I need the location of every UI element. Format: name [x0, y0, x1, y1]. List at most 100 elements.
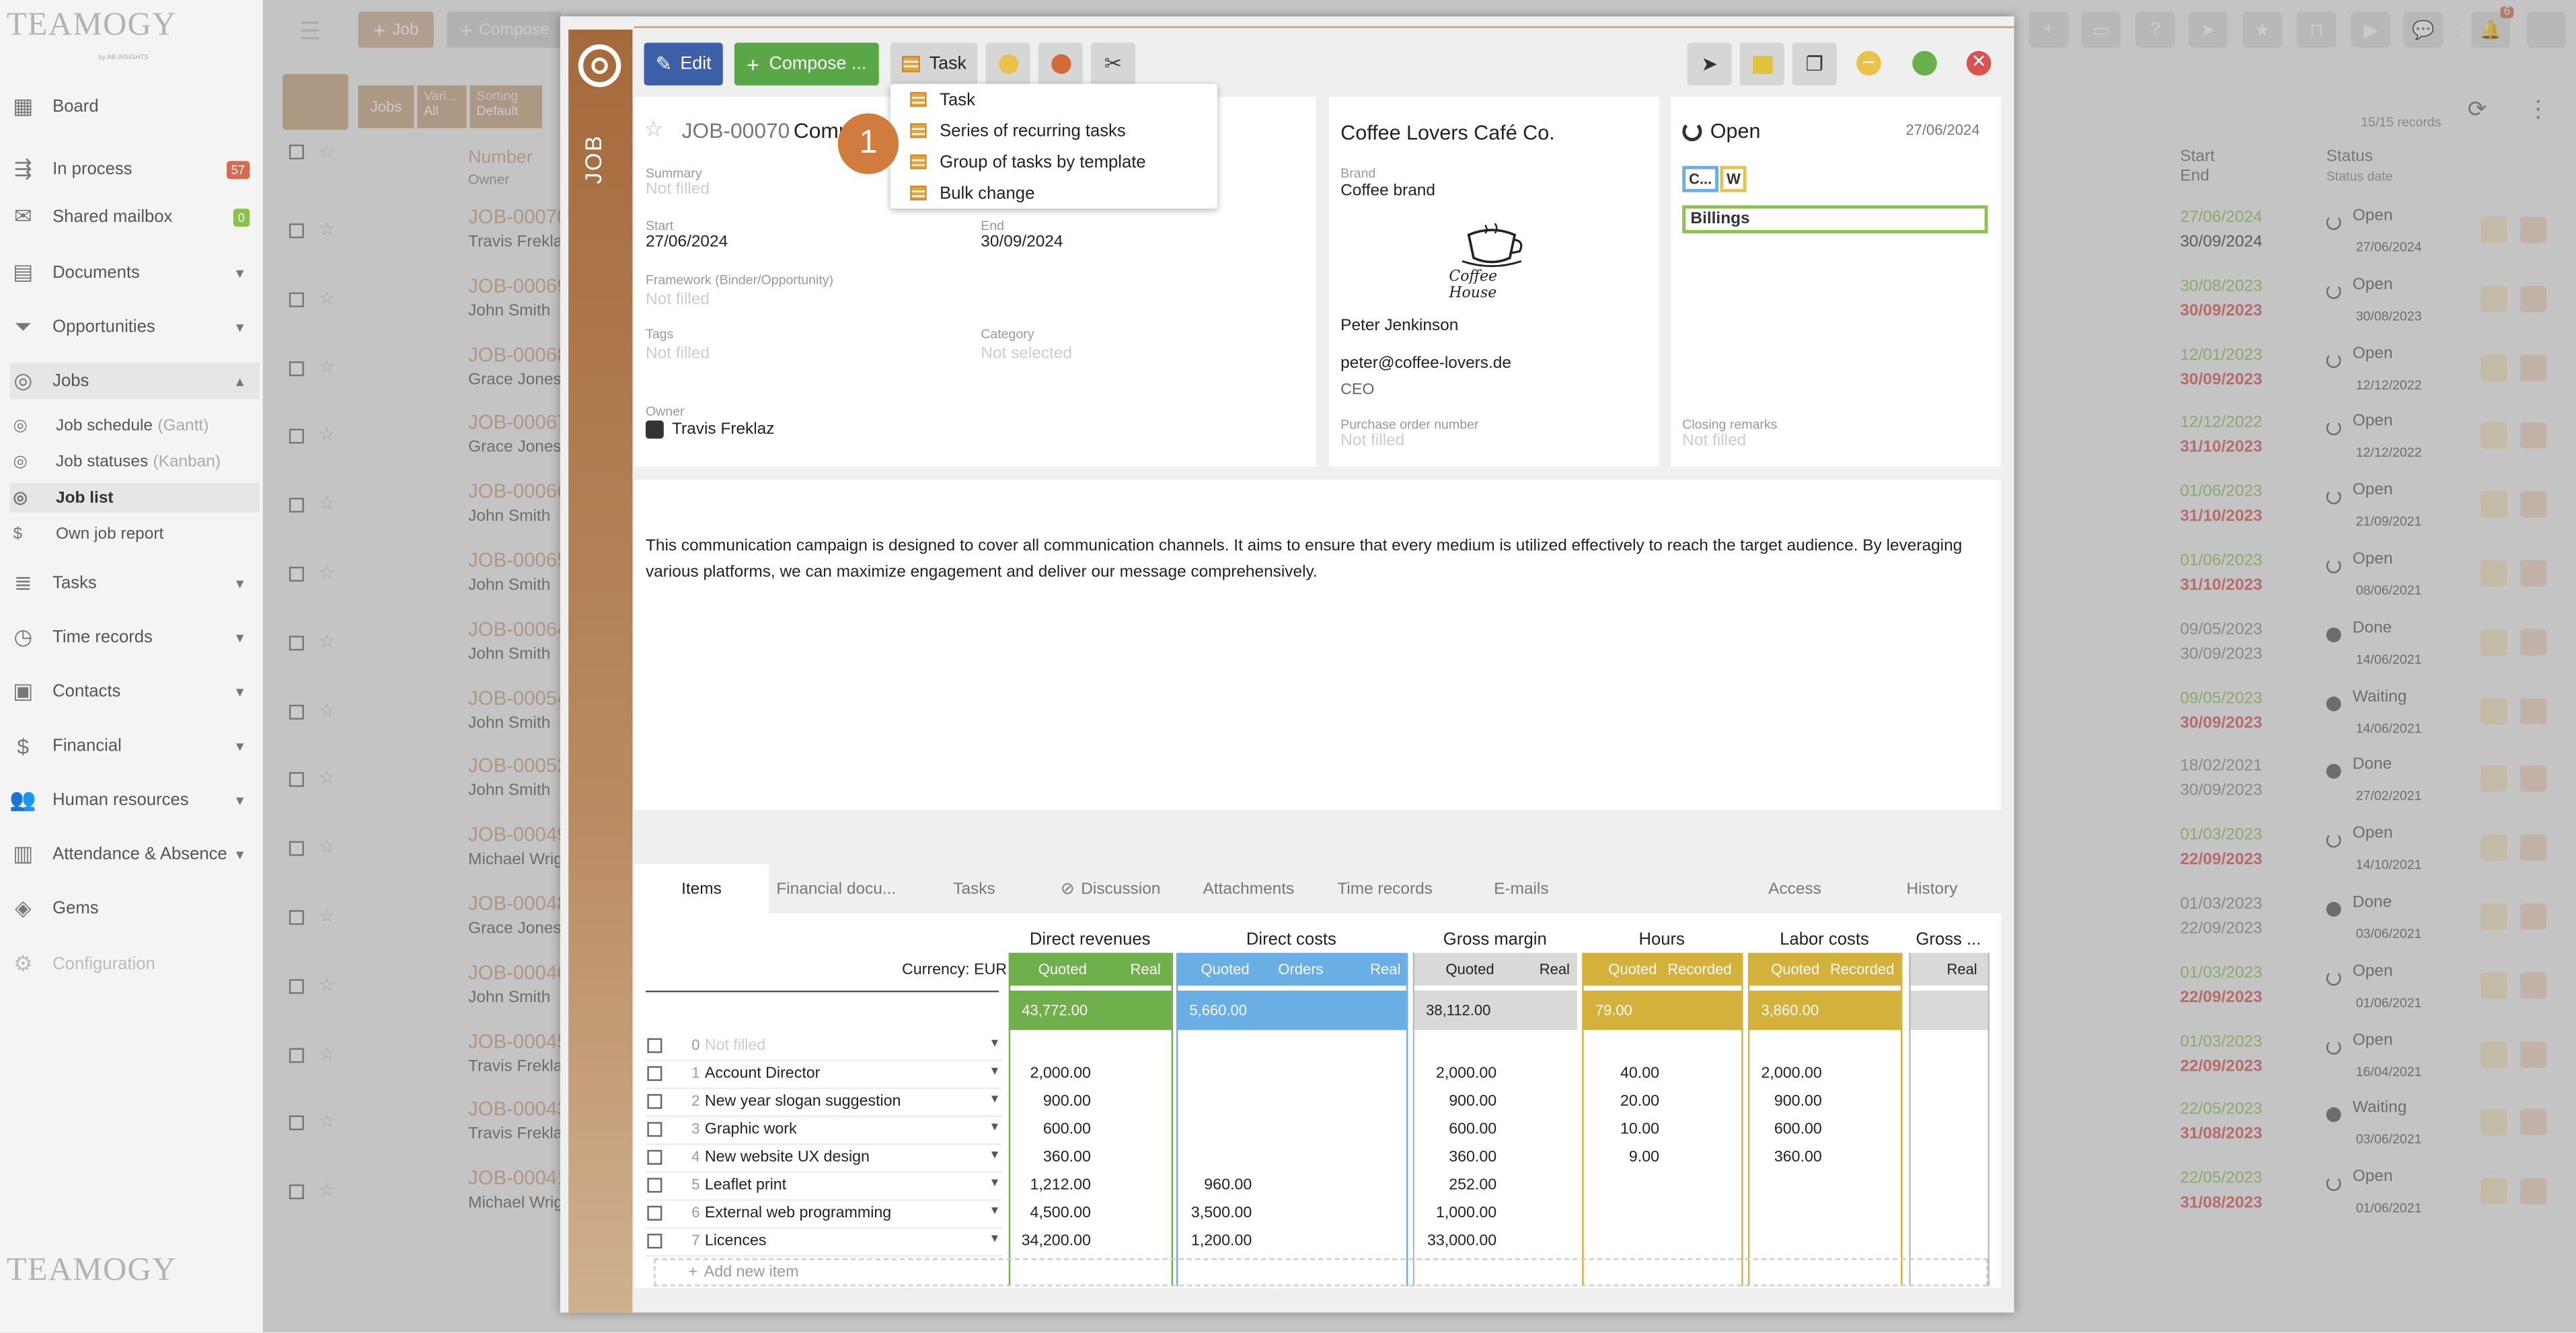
sidebar-subitem-own-job-report[interactable]: $ Own job report: [10, 519, 260, 549]
sidebar-item-financial[interactable]: $ Financial ▼: [10, 728, 260, 764]
item-dropdown-icon[interactable]: ▼: [989, 1066, 1000, 1077]
job-description[interactable]: This communication campaign is designed …: [646, 534, 1973, 585]
item-checkbox[interactable]: [647, 1149, 662, 1165]
item-checkbox[interactable]: [647, 1094, 662, 1109]
restore-icon[interactable]: [1912, 50, 1937, 76]
sidebar-item-board[interactable]: ▦ Board: [10, 89, 260, 125]
subheader-quoted[interactable]: Quoted: [1038, 961, 1087, 977]
closing-remarks-value[interactable]: Not filled: [1682, 432, 1746, 450]
subheader-quoted[interactable]: Quoted: [1608, 961, 1657, 977]
chevron-down-icon[interactable]: ▼: [233, 576, 246, 591]
contact-email[interactable]: peter@coffee-lovers.de: [1340, 355, 1511, 373]
compose-menu-button[interactable]: + Compose ...: [734, 42, 879, 86]
tab-history[interactable]: History: [1864, 864, 1999, 913]
subheader-real[interactable]: Real: [1370, 961, 1400, 977]
tab-attachments[interactable]: Attachments: [1183, 864, 1314, 913]
sidebar-subitem-job-statuses[interactable]: ◎ Job statuses (Kanban): [10, 447, 260, 476]
sidebar-item-in-process[interactable]: ⇶ In process 57: [10, 151, 260, 188]
item-dropdown-icon[interactable]: ▼: [989, 1122, 1000, 1133]
subheader-real[interactable]: Real: [1131, 961, 1161, 977]
chevron-down-icon[interactable]: ▼: [233, 630, 246, 645]
sidebar-subitem-job-list[interactable]: ◎ Job list: [9, 483, 260, 513]
item-dropdown-icon[interactable]: ▼: [989, 1150, 1000, 1161]
close-icon[interactable]: ✕: [1966, 50, 1992, 76]
sidebar-item-opportunities[interactable]: ⏷ Opportunities ▼: [10, 309, 260, 345]
send-button[interactable]: ➤: [1687, 42, 1732, 86]
tag-w[interactable]: W: [1720, 165, 1747, 192]
subheader-quoted[interactable]: Quoted: [1201, 961, 1250, 977]
item-name[interactable]: Not filled: [705, 1036, 765, 1055]
add-new-item-button[interactable]: + Add new item: [654, 1258, 1988, 1287]
summary-value[interactable]: Not filled: [646, 181, 710, 199]
chevron-down-icon[interactable]: ▼: [233, 319, 246, 334]
subheader-real[interactable]: Real: [1946, 961, 1977, 977]
task-menu-item-task[interactable]: Task: [891, 84, 1217, 115]
note-button[interactable]: [1739, 42, 1784, 86]
contact-name[interactable]: Peter Jenkinson: [1340, 317, 1458, 335]
task-menu-item-group-of-tasks-by-template[interactable]: Group of tasks by template: [891, 146, 1217, 177]
sidebar-item-gems[interactable]: ◈ Gems: [10, 890, 260, 927]
stopwatch-button[interactable]: [1038, 42, 1083, 86]
item-name[interactable]: New website UX design: [705, 1148, 870, 1166]
tab-tasks[interactable]: Tasks: [912, 864, 1037, 913]
tag-c[interactable]: C...: [1682, 165, 1718, 192]
sidebar-item-tasks[interactable]: ≣ Tasks ▼: [10, 565, 260, 601]
tools-button[interactable]: ✂: [1090, 42, 1135, 86]
item-checkbox[interactable]: [647, 1178, 662, 1193]
time-record-button[interactable]: [985, 42, 1030, 86]
status-value[interactable]: Open: [1710, 120, 1761, 143]
item-name[interactable]: Account Director: [705, 1065, 821, 1083]
framework-value[interactable]: Not filled: [646, 291, 710, 309]
owner-value[interactable]: Travis Freklaz: [672, 420, 774, 439]
item-checkbox[interactable]: [647, 1066, 662, 1081]
subheader-quoted[interactable]: Quoted: [1445, 961, 1494, 977]
favorite-star-icon[interactable]: ☆: [644, 116, 662, 143]
edit-button[interactable]: ✎ Edit: [644, 42, 723, 86]
app-logo[interactable]: TEAMOGY: [7, 7, 177, 44]
tab-time-records[interactable]: Time records: [1314, 864, 1455, 913]
item-name[interactable]: Graphic work: [705, 1120, 797, 1139]
tab-access[interactable]: Access: [1725, 864, 1865, 913]
category-value[interactable]: Not selected: [981, 345, 1072, 363]
subheader-recorded[interactable]: Recorded: [1667, 961, 1731, 977]
minimize-icon[interactable]: –: [1856, 50, 1881, 76]
task-menu-item-series-of-recurring-tasks[interactable]: Series of recurring tasks: [891, 115, 1217, 146]
item-dropdown-icon[interactable]: ▼: [989, 1206, 1000, 1217]
tab-discussion[interactable]: ⊘ Discussion: [1042, 864, 1180, 913]
sidebar-item-attendance-absence[interactable]: ▥ Attendance & Absence ▼: [10, 836, 260, 872]
sidebar-item-contacts[interactable]: ▣ Contacts ▼: [10, 673, 260, 710]
task-menu-button[interactable]: Task: [890, 42, 978, 86]
po-value[interactable]: Not filled: [1340, 432, 1404, 450]
chevron-down-icon[interactable]: ▼: [233, 738, 246, 753]
subheader-real[interactable]: Real: [1540, 961, 1570, 977]
sidebar-item-shared-mailbox[interactable]: ✉ Shared mailbox 0: [10, 199, 260, 235]
item-name[interactable]: External web programming: [705, 1204, 891, 1222]
task-menu-item-bulk-change[interactable]: Bulk change: [891, 178, 1217, 208]
chevron-down-icon[interactable]: ▼: [233, 265, 246, 280]
item-dropdown-icon[interactable]: ▼: [989, 1094, 1000, 1106]
chevron-down-icon[interactable]: ▼: [233, 684, 246, 699]
item-checkbox[interactable]: [647, 1233, 662, 1249]
chevron-down-icon[interactable]: ▼: [233, 847, 246, 862]
brand-value[interactable]: Coffee brand: [1340, 182, 1435, 200]
chevron-up-icon[interactable]: ▲: [233, 374, 246, 389]
subheader-recorded[interactable]: Recorded: [1830, 961, 1894, 977]
tab-financial-docu[interactable]: Financial docu...: [769, 864, 903, 913]
sidebar-item-human-resources[interactable]: 👥 Human resources ▼: [9, 782, 260, 818]
subheader-quoted[interactable]: Quoted: [1771, 961, 1819, 977]
item-checkbox[interactable]: [647, 1122, 662, 1137]
item-name[interactable]: Licences: [705, 1232, 767, 1250]
item-name[interactable]: Leaflet print: [705, 1176, 786, 1194]
item-checkbox[interactable]: [647, 1205, 662, 1221]
item-dropdown-icon[interactable]: ▼: [989, 1233, 1000, 1245]
chevron-down-icon[interactable]: ▼: [233, 793, 246, 808]
company-name[interactable]: Coffee Lovers Café Co.: [1340, 122, 1555, 145]
item-dropdown-icon[interactable]: ▼: [989, 1038, 1000, 1050]
item-dropdown-icon[interactable]: ▼: [989, 1178, 1000, 1189]
billings-tag[interactable]: Billings: [1682, 205, 1988, 233]
sidebar-item-configuration[interactable]: ⚙ Configuration: [10, 946, 260, 983]
item-checkbox[interactable]: [647, 1038, 662, 1053]
item-name[interactable]: New year slogan suggestion: [705, 1092, 901, 1110]
tags-value[interactable]: Not filled: [646, 345, 710, 363]
sidebar-subitem-job-schedule[interactable]: ◎ Job schedule (Gantt): [10, 411, 260, 441]
